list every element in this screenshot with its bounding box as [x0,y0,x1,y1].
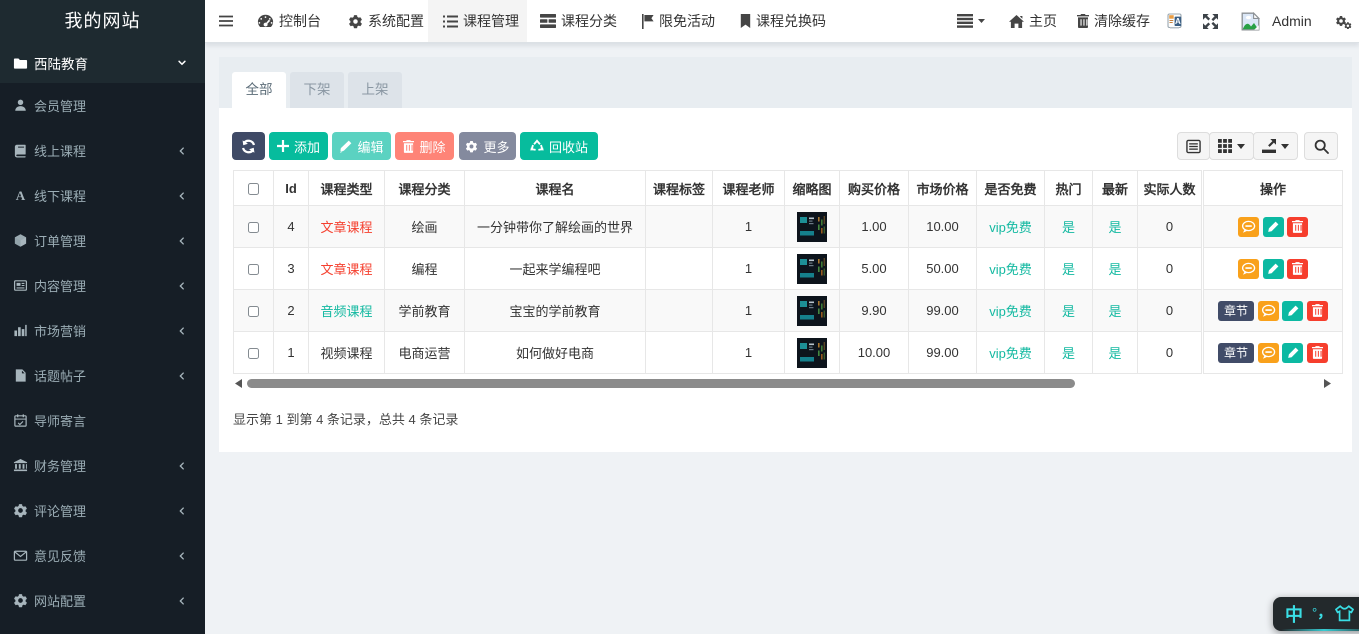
svg-text:A: A [1175,17,1181,26]
svg-text:A: A [16,188,26,203]
